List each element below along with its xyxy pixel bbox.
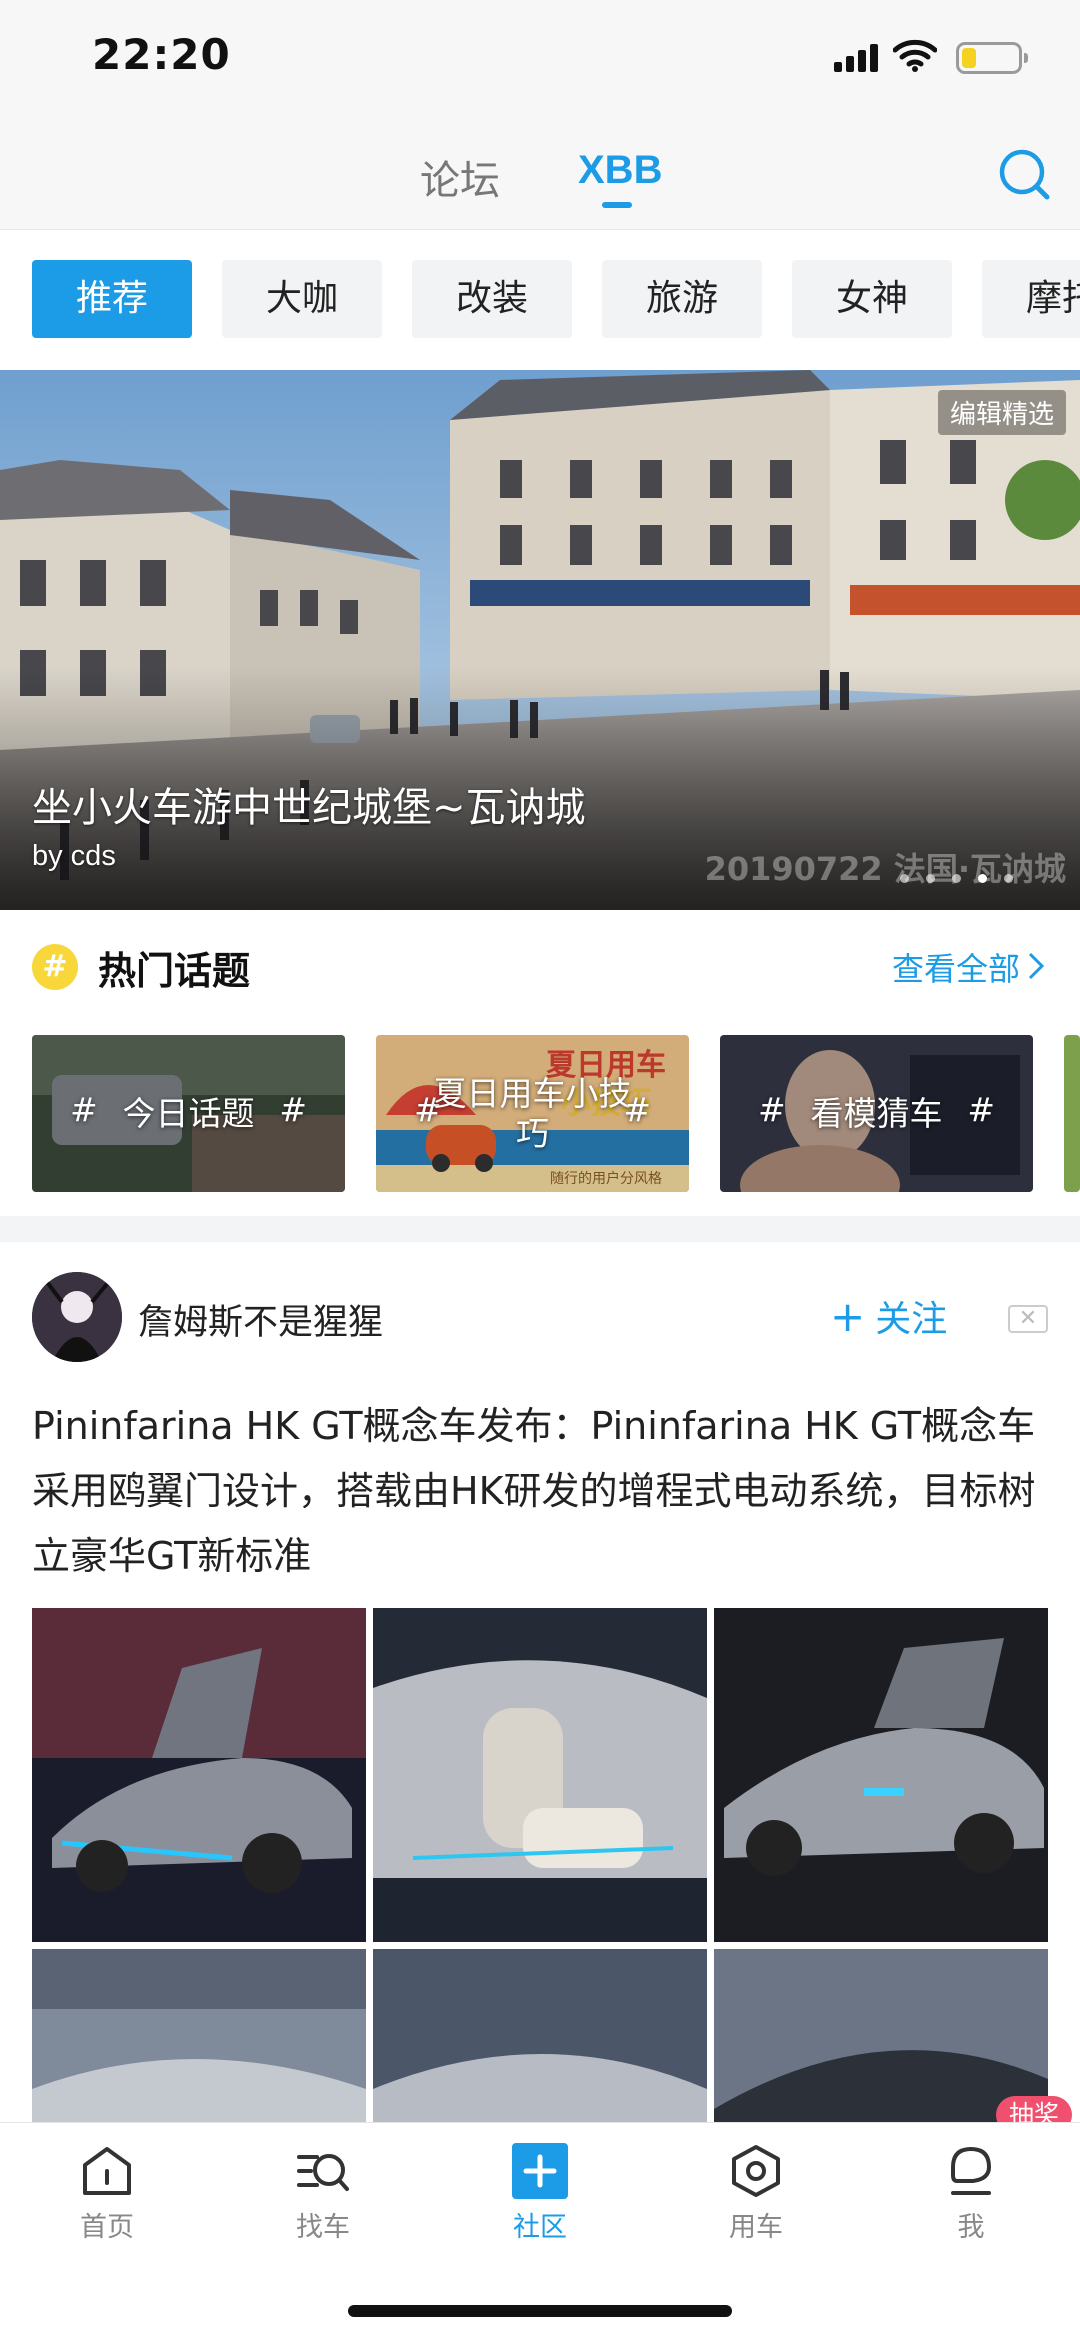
post-photo[interactable] xyxy=(32,1949,366,2122)
profile-icon xyxy=(951,2147,991,2195)
hot-topics-section: # 热门话题 查看全部 # 今日话题 # 夏日用车 小技巧 随行的用户分风格 xyxy=(0,910,1080,1216)
category-modified[interactable]: 改装 xyxy=(412,260,572,338)
status-time: 22:20 xyxy=(92,30,231,79)
topic-card-today[interactable]: # 今日话题 # xyxy=(32,1035,345,1192)
post-photo[interactable] xyxy=(32,1608,366,1942)
post-text[interactable]: Pininfarina HK GT概念车发布：Pininfarina HK GT… xyxy=(32,1394,1052,1589)
view-all-link[interactable]: 查看全部 xyxy=(892,944,1020,990)
topic-card-partial[interactable] xyxy=(1064,1035,1080,1192)
hot-topics-title: 热门话题 xyxy=(98,949,251,993)
chevron-right-icon[interactable] xyxy=(1028,952,1044,980)
post-photo[interactable] xyxy=(373,1949,707,2122)
follow-button[interactable]: + 关注 xyxy=(830,1290,947,1342)
community-plus-icon xyxy=(512,2143,568,2199)
banner-watermark: 20190722 法国·瓦讷城 xyxy=(704,850,1066,888)
banner-pagination xyxy=(900,868,1030,883)
category-bar: 推荐 大咖 改装 旅游 女神 摩托 xyxy=(0,230,1080,370)
post-photo[interactable] xyxy=(373,1608,707,1942)
category-experts[interactable]: 大咖 xyxy=(222,260,382,338)
banner-dot xyxy=(900,874,909,883)
top-header: 论坛 XBB xyxy=(0,120,1080,230)
category-travel[interactable]: 旅游 xyxy=(602,260,762,338)
category-goddess[interactable]: 女神 xyxy=(792,260,952,338)
home-icon xyxy=(83,2147,131,2195)
category-motorcycle[interactable]: 摩托 xyxy=(982,260,1080,338)
find-car-icon xyxy=(297,2154,349,2191)
nav-label: 我 xyxy=(957,2212,985,2243)
bottom-nav: 首页 找车 社区 用车 我 xyxy=(0,2122,1080,2337)
avatar[interactable] xyxy=(32,1272,122,1362)
category-recommend[interactable]: 推荐 xyxy=(32,260,192,338)
tab-xbb[interactable]: XBB xyxy=(578,148,662,193)
editor-pick-badge: 编辑精选 xyxy=(937,390,1066,435)
nav-label: 找车 xyxy=(296,2212,350,2243)
banner-dot xyxy=(978,874,987,883)
tab-forum[interactable]: 论坛 xyxy=(420,148,500,206)
car-use-icon xyxy=(732,2145,780,2197)
banner-title: 坐小火车游中世纪城堡~瓦讷城 xyxy=(32,785,586,831)
nav-community[interactable]: 社区 xyxy=(465,2143,615,2244)
dismiss-icon[interactable]: ✕ xyxy=(1008,1305,1048,1333)
banner-dot xyxy=(1004,874,1013,883)
follow-label: 关注 xyxy=(875,1299,948,1340)
nav-label: 社区 xyxy=(513,2212,567,2243)
featured-banner[interactable]: 编辑精选 坐小火车游中世纪城堡~瓦讷城 by cds 20190722 法国·瓦… xyxy=(0,370,1080,910)
battery-level xyxy=(962,48,976,68)
post-photo[interactable] xyxy=(714,1949,1048,2122)
nav-find-car[interactable]: 找车 xyxy=(248,2143,398,2244)
banner-dot xyxy=(952,874,961,883)
plus-icon: + xyxy=(830,1292,866,1341)
nav-car-use[interactable]: 用车 xyxy=(681,2143,831,2244)
topic-card-guess-car[interactable]: # 看模猜车 # xyxy=(720,1035,1033,1192)
nav-label: 首页 xyxy=(80,2212,134,2243)
post-card[interactable]: 詹姆斯不是猩猩 + 关注 ✕ Pininfarina HK GT概念车发布：Pin… xyxy=(0,1242,1080,2122)
post-photo[interactable] xyxy=(714,1608,1048,1942)
nav-profile[interactable]: 我 xyxy=(896,2143,1046,2244)
status-bar: 22:20 xyxy=(0,0,1080,120)
battery-icon xyxy=(956,42,1028,74)
cellular-signal-icon xyxy=(834,44,880,72)
banner-author: by cds xyxy=(32,840,116,872)
active-tab-indicator xyxy=(602,202,632,208)
home-indicator[interactable] xyxy=(348,2305,732,2317)
search-icon[interactable] xyxy=(996,146,1052,202)
wifi-icon xyxy=(893,39,937,72)
section-divider xyxy=(0,1216,1080,1242)
nav-label: 用车 xyxy=(729,2212,783,2243)
topic-card-summer-tips[interactable]: 夏日用车 小技巧 随行的用户分风格 # 夏日用车小技巧 # xyxy=(376,1035,689,1192)
nav-home[interactable]: 首页 xyxy=(32,2143,182,2244)
banner-dot xyxy=(926,874,935,883)
author-name[interactable]: 詹姆斯不是猩猩 xyxy=(138,1294,383,1345)
hashtag-icon: # xyxy=(32,944,78,990)
